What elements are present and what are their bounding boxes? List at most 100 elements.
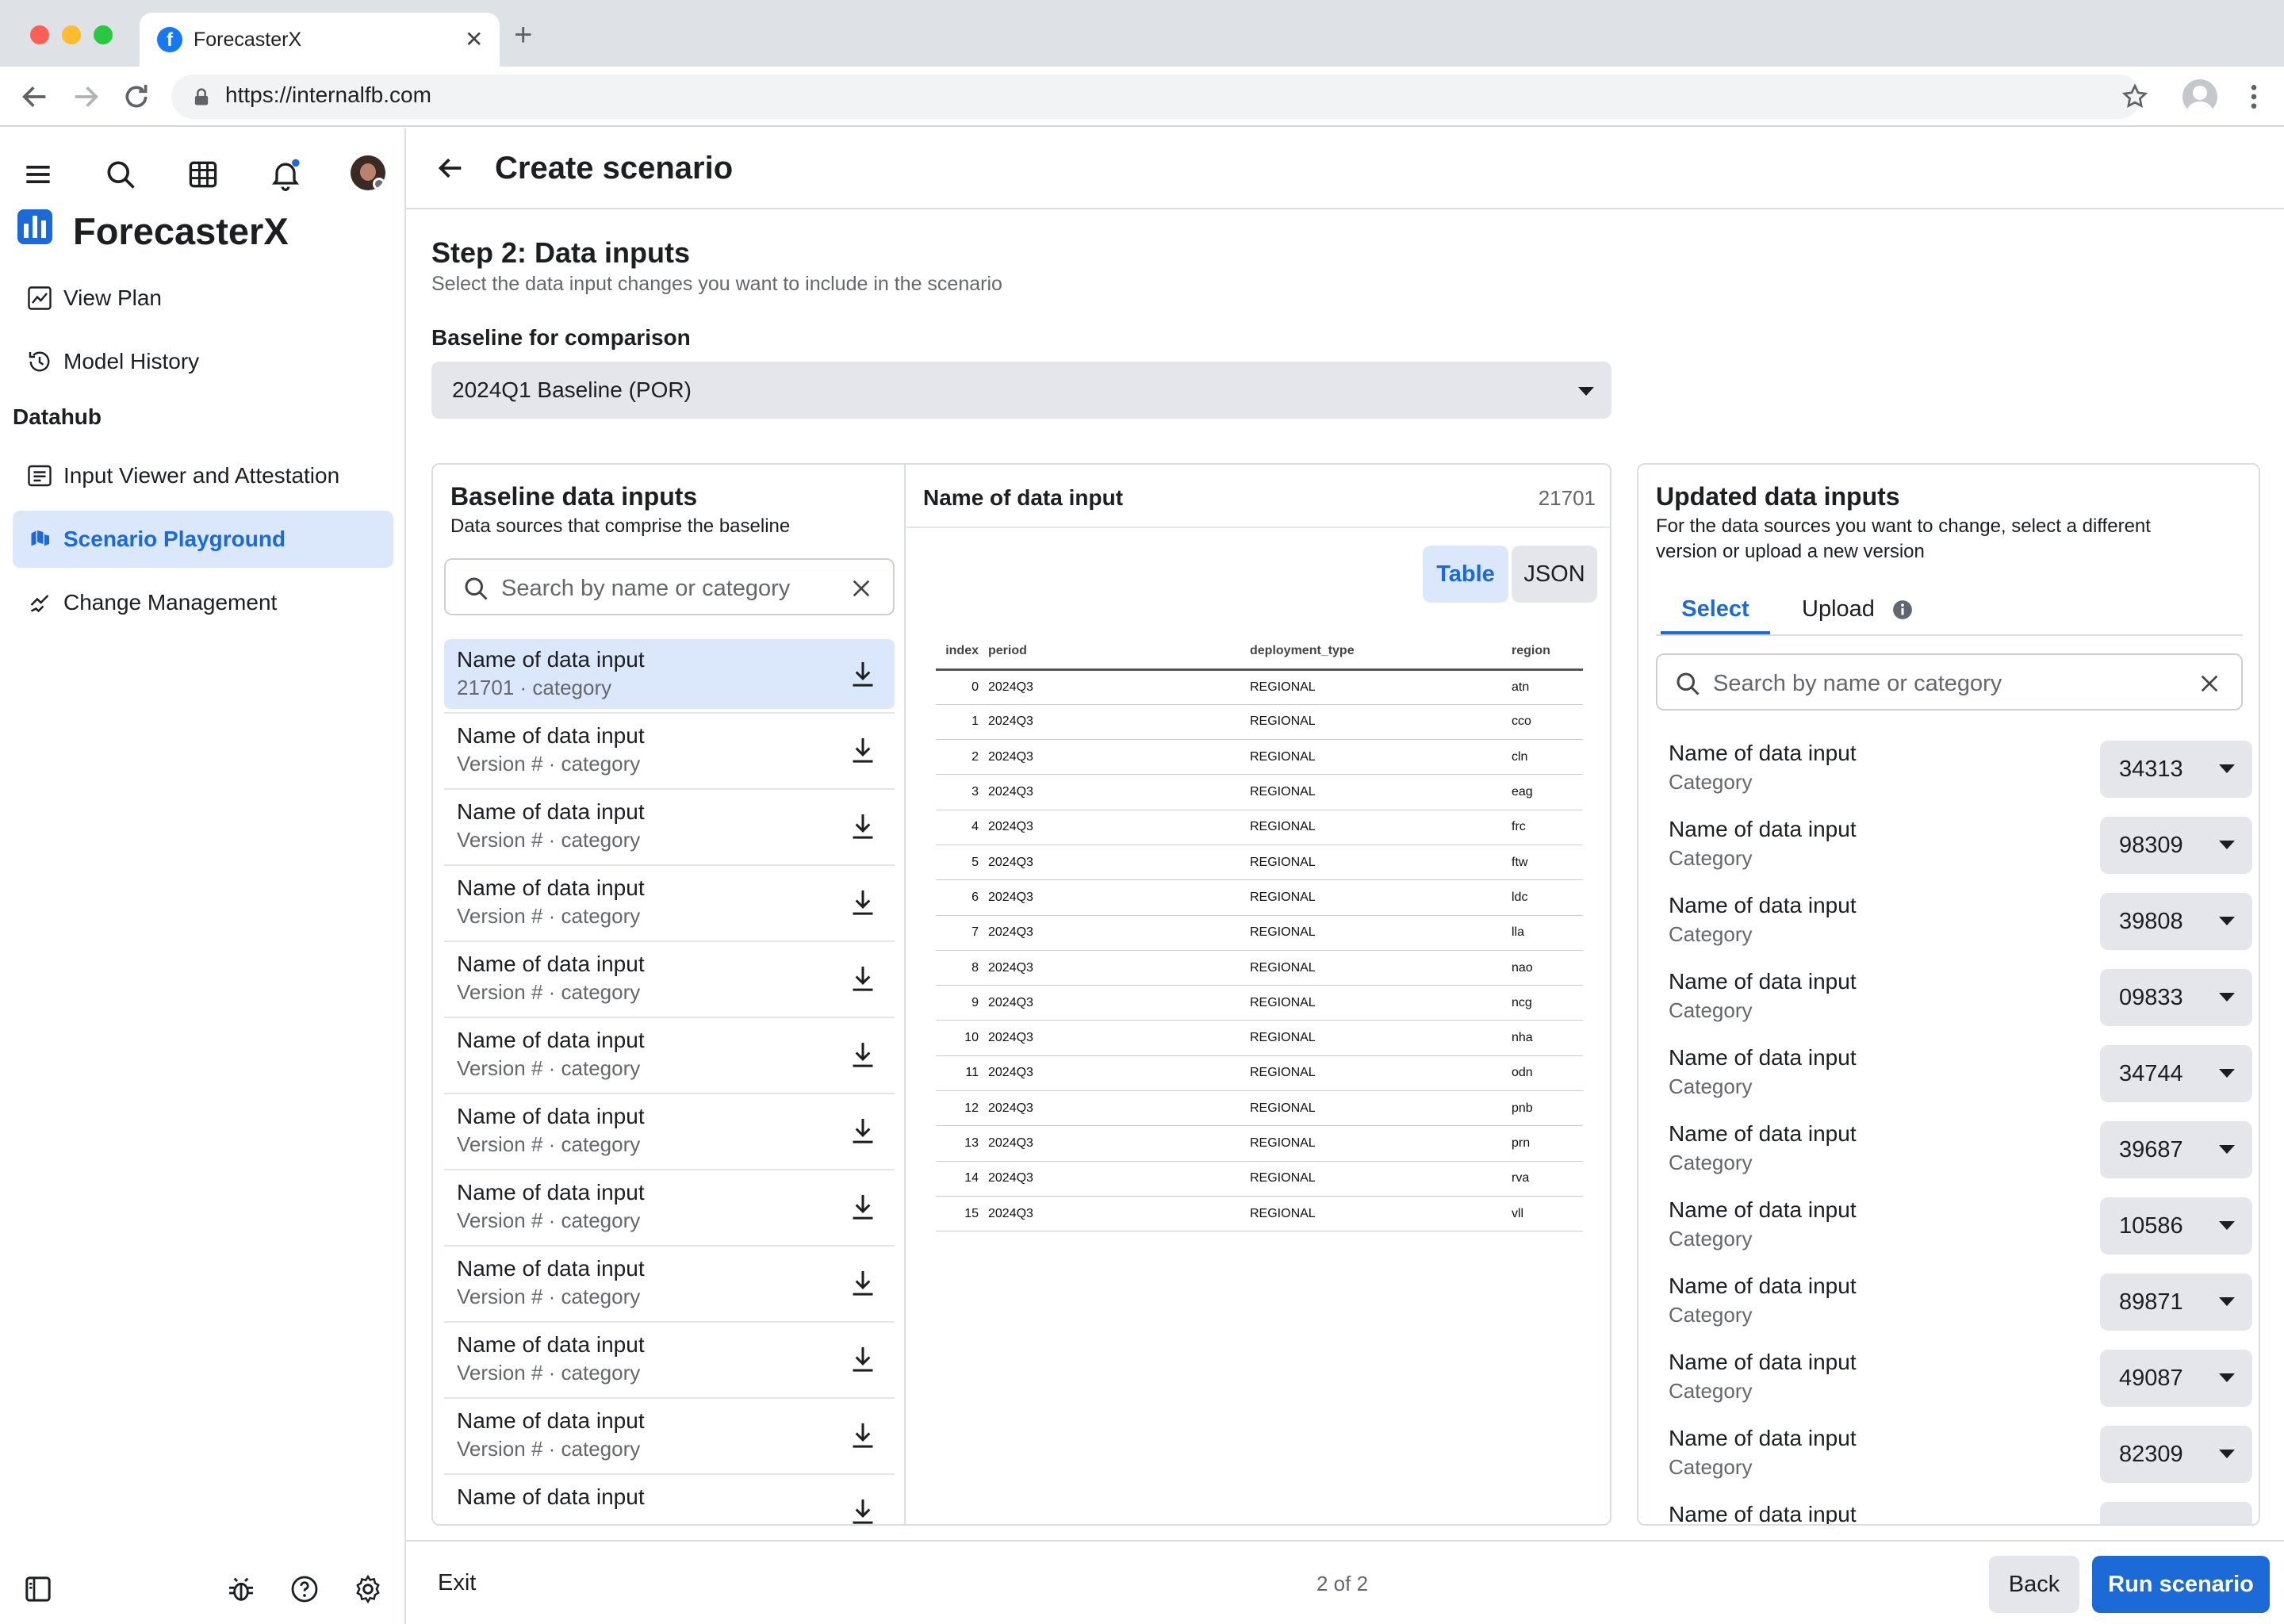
list-item[interactable]: Name of data input Version # · category [444, 791, 895, 861]
table-cell: REGIONAL [1245, 704, 1507, 741]
version-select[interactable]: 34313 [2100, 741, 2252, 798]
version-select[interactable] [2100, 1502, 2252, 1524]
nav-item-input-viewer[interactable]: Input Viewer and Attestation [13, 447, 393, 504]
view-toggle-table[interactable]: Table [1423, 546, 1508, 603]
list-item-meta: Version # · category [457, 1132, 641, 1156]
preview-title: Name of data input [923, 485, 1124, 510]
view-toggle-json[interactable]: JSON [1512, 546, 1597, 603]
forward-arrow-icon[interactable] [70, 81, 102, 113]
address-bar[interactable] [171, 75, 2141, 119]
table-cell: 0 [936, 669, 983, 705]
caret-down-icon [2219, 993, 2235, 1002]
list-item[interactable]: Name of data input Version # · category [444, 1020, 895, 1090]
baseline-panel-subtitle: Data sources that comprise the baseline [450, 515, 791, 537]
version-select[interactable]: 89871 [2100, 1274, 2252, 1331]
download-icon[interactable] [847, 734, 879, 766]
nav-item-model-history[interactable]: Model History [13, 333, 393, 390]
list-item[interactable]: Name of data input 21701 · category [444, 639, 895, 709]
download-icon[interactable] [847, 963, 879, 994]
baseline-dropdown[interactable]: 2024Q1 Baseline (POR) [431, 362, 1611, 419]
list-item-meta: Version # · category [457, 1285, 641, 1308]
back-arrow-icon[interactable] [435, 152, 466, 184]
bug-report-icon[interactable] [225, 1573, 257, 1605]
list-item[interactable]: Name of data input Version # · category [444, 944, 895, 1013]
list-item[interactable]: Name of data input Version # · category [444, 715, 895, 785]
list-item[interactable]: Name of data input Version # · category [444, 1248, 895, 1318]
app-name: ForecasterX [73, 210, 289, 252]
version-select[interactable]: 49087 [2100, 1350, 2252, 1407]
list-divider [444, 1169, 895, 1170]
table-cell: REGIONAL [1245, 950, 1507, 986]
baseline-panel: Baseline data inputs Data sources that c… [433, 465, 906, 1526]
list-divider [444, 864, 895, 866]
info-icon[interactable] [1892, 599, 1913, 620]
list-item[interactable]: Name of data input Version # · category [444, 1324, 895, 1394]
download-icon[interactable] [847, 1419, 879, 1451]
hamburger-menu-icon[interactable] [21, 157, 56, 192]
user-avatar[interactable] [351, 155, 385, 190]
table-cell: pnb [1507, 1090, 1583, 1127]
minimize-window-button[interactable] [62, 25, 81, 44]
version-select[interactable]: 34744 [2100, 1045, 2252, 1102]
download-icon[interactable] [847, 1115, 879, 1147]
exit-button[interactable]: Exit [438, 1568, 476, 1597]
search-icon[interactable] [103, 157, 138, 192]
nav-item-change-management[interactable]: Change Management [13, 574, 393, 631]
collapse-sidebar-icon[interactable] [22, 1573, 54, 1605]
main-content: Create scenario Step 2: Data inputs Sele… [406, 128, 2284, 1624]
download-icon[interactable] [847, 1343, 879, 1375]
back-button[interactable]: Back [1989, 1556, 2079, 1613]
list-item[interactable]: Name of data input [444, 1477, 895, 1526]
bookmark-star-icon[interactable] [2121, 82, 2149, 111]
download-icon[interactable] [847, 810, 879, 842]
list-item[interactable]: Name of data input Version # · category [444, 1096, 895, 1166]
list-item-category: Category [1669, 998, 1753, 1022]
new-tab-icon[interactable]: + [514, 19, 532, 51]
table-cell: nao [1507, 950, 1583, 986]
list-item[interactable]: Name of data input Version # · category [444, 1172, 895, 1242]
version-select[interactable]: 98309 [2100, 817, 2252, 874]
caret-down-icon [2219, 1450, 2235, 1458]
download-icon[interactable] [847, 1496, 879, 1526]
help-icon[interactable] [289, 1573, 320, 1605]
run-scenario-button[interactable]: Run scenario [2092, 1556, 2270, 1613]
list-item-meta: Version # · category [457, 904, 641, 928]
close-window-button[interactable] [30, 25, 49, 44]
list-item[interactable]: Name of data input Version # · category [444, 1400, 895, 1470]
baseline-search-input[interactable]: Search by name or category [444, 558, 895, 615]
profile-avatar-icon[interactable] [2182, 79, 2217, 114]
list-item-category: Category [1669, 1379, 1753, 1403]
more-menu-icon[interactable] [2238, 81, 2270, 113]
download-icon[interactable] [847, 658, 879, 690]
baseline-label: Baseline for comparison [431, 325, 691, 350]
nav-item-view-plan[interactable]: View Plan [13, 270, 393, 327]
settings-gear-icon[interactable] [352, 1573, 384, 1605]
tab-upload[interactable]: Upload [1802, 595, 1875, 623]
caret-down-icon [2219, 917, 2235, 925]
maximize-window-button[interactable] [94, 25, 113, 44]
column-header: deployment_type [1245, 634, 1507, 671]
browser-tab[interactable]: f ForecasterX ✕ [140, 13, 500, 67]
back-arrow-icon[interactable] [19, 81, 51, 113]
caret-down-icon [2219, 841, 2235, 849]
list-item-category: Category [1669, 922, 1753, 946]
reload-icon[interactable] [121, 81, 152, 113]
version-select[interactable]: 10586 [2100, 1197, 2252, 1254]
version-select[interactable]: 39808 [2100, 893, 2252, 950]
clear-search-icon[interactable] [2197, 671, 2222, 696]
download-icon[interactable] [847, 887, 879, 918]
version-select[interactable]: 09833 [2100, 969, 2252, 1026]
download-icon[interactable] [847, 1191, 879, 1223]
tab-select[interactable]: Select [1661, 595, 1770, 623]
close-tab-icon[interactable]: ✕ [465, 27, 483, 52]
version-select[interactable]: 82309 [2100, 1426, 2252, 1483]
download-icon[interactable] [847, 1267, 879, 1299]
notification-bell-icon[interactable] [268, 157, 303, 192]
list-item[interactable]: Name of data input Version # · category [444, 868, 895, 937]
updated-search-input[interactable]: Search by name or category [1656, 653, 2243, 710]
version-select[interactable]: 39687 [2100, 1121, 2252, 1178]
download-icon[interactable] [847, 1039, 879, 1071]
clear-search-icon[interactable] [849, 576, 874, 601]
table-grid-icon[interactable] [186, 157, 220, 192]
nav-item-scenario-playground[interactable]: Scenario Playground [13, 511, 393, 568]
